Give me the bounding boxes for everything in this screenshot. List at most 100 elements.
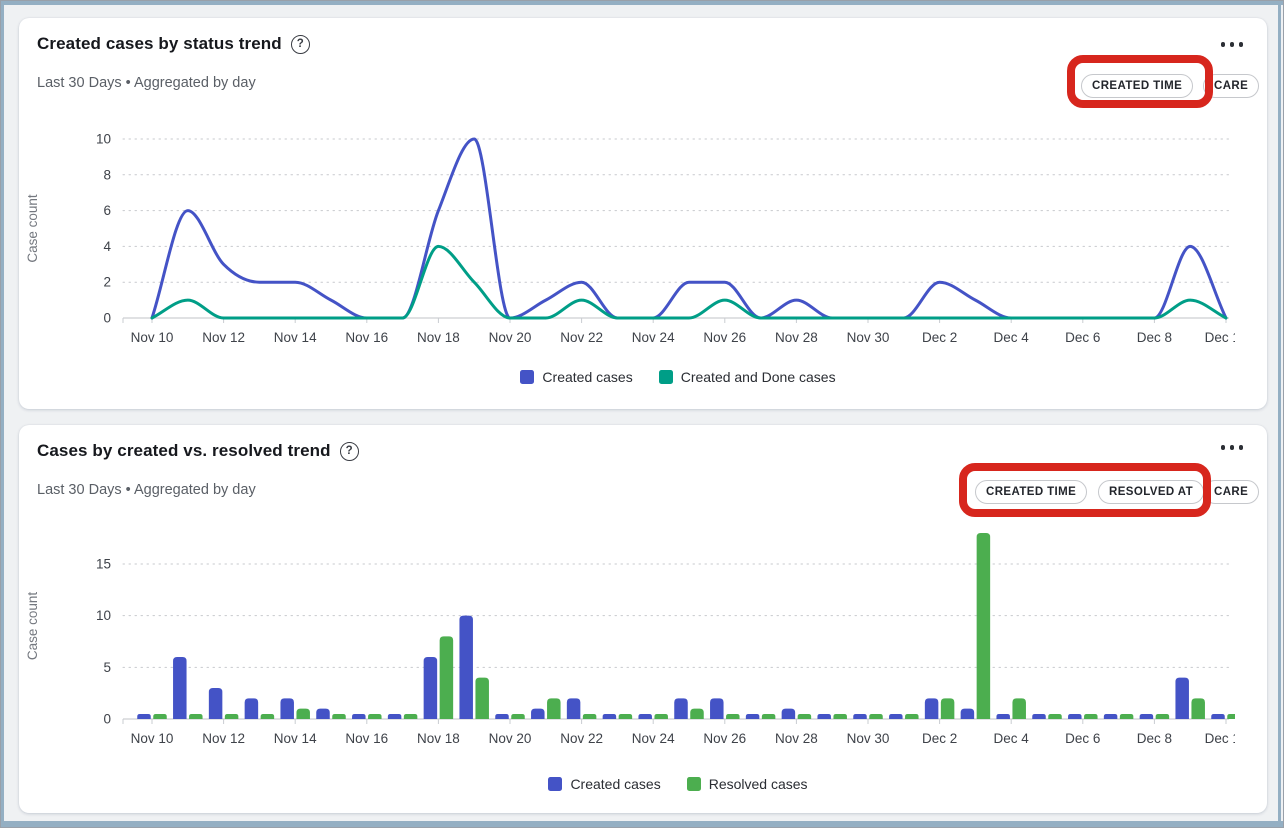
chart-legend: Created cases Created and Done cases [54, 369, 1284, 385]
bar[interactable] [817, 714, 831, 719]
y-tick-label: 15 [96, 557, 111, 572]
bar[interactable] [674, 698, 688, 719]
bar[interactable] [1227, 714, 1235, 719]
bar[interactable] [173, 657, 187, 719]
bar[interactable] [368, 714, 382, 719]
legend-label: Created cases [570, 776, 660, 792]
legend-item[interactable]: Created cases [520, 369, 632, 385]
legend-label: Resolved cases [709, 776, 808, 792]
field-tag-created-time[interactable]: CREATED TIME [975, 480, 1087, 504]
bar[interactable] [225, 714, 239, 719]
bar[interactable] [638, 714, 652, 719]
bar[interactable] [1175, 678, 1189, 719]
dashboard-screen: { "page": {"background": "#eff1f3", "fra… [0, 0, 1284, 828]
bar[interactable] [1140, 714, 1154, 719]
legend-item[interactable]: Created cases [548, 776, 660, 792]
x-tick-label: Dec 10 [1205, 330, 1235, 345]
bar[interactable] [547, 698, 561, 719]
chart-legend: Created cases Resolved cases [54, 776, 1284, 792]
field-tag-care[interactable]: CARE [1203, 480, 1259, 504]
more-options-icon[interactable] [1221, 42, 1244, 47]
bar[interactable] [1012, 698, 1025, 719]
bar[interactable] [1156, 714, 1170, 719]
x-tick-label: Nov 28 [775, 731, 818, 746]
bar[interactable] [654, 714, 668, 719]
x-tick-label: Nov 20 [489, 330, 532, 345]
bar[interactable] [905, 714, 919, 719]
x-tick-label: Nov 10 [131, 731, 174, 746]
bar[interactable] [388, 714, 402, 719]
bar[interactable] [137, 714, 151, 719]
bar[interactable] [245, 698, 259, 719]
bar-chart-container: 051015Nov 10Nov 12Nov 14Nov 16Nov 18Nov … [21, 529, 1235, 761]
bar[interactable] [925, 698, 939, 719]
bar[interactable] [833, 714, 847, 719]
bar[interactable] [746, 714, 760, 719]
bar[interactable] [567, 698, 581, 719]
x-tick-label: Nov 10 [131, 330, 174, 345]
x-tick-label: Nov 30 [847, 731, 890, 746]
bar[interactable] [726, 714, 740, 719]
legend-item[interactable]: Resolved cases [687, 776, 808, 792]
field-tag-resolved-at[interactable]: RESOLVED AT [1098, 480, 1204, 504]
bar[interactable] [782, 709, 796, 719]
bar[interactable] [316, 709, 330, 719]
bar[interactable] [1191, 698, 1205, 719]
field-tag-care[interactable]: CARE [1203, 74, 1259, 98]
help-icon[interactable]: ? [291, 35, 310, 54]
bar[interactable] [495, 714, 509, 719]
bar[interactable] [996, 714, 1010, 719]
bar[interactable] [853, 714, 867, 719]
y-tick-label: 10 [96, 132, 111, 147]
bar[interactable] [1048, 714, 1062, 719]
y-tick-label: 10 [96, 608, 111, 623]
x-tick-label: Dec 10 [1205, 731, 1235, 746]
bar[interactable] [977, 533, 991, 719]
bar[interactable] [869, 714, 883, 719]
bar[interactable] [352, 714, 366, 719]
bar[interactable] [1211, 714, 1225, 719]
bar[interactable] [1068, 714, 1082, 719]
bar-chart-canvas[interactable]: 051015Nov 10Nov 12Nov 14Nov 16Nov 18Nov … [21, 529, 1235, 761]
bar[interactable] [961, 709, 975, 719]
line-chart-canvas[interactable]: 0246810Nov 10Nov 12Nov 14Nov 16Nov 18Nov… [21, 126, 1235, 358]
legend-item[interactable]: Created and Done cases [659, 369, 836, 385]
bar[interactable] [603, 714, 617, 719]
bar[interactable] [619, 714, 633, 719]
bar[interactable] [261, 714, 275, 719]
bar[interactable] [475, 678, 489, 719]
x-tick-label: Dec 6 [1065, 731, 1100, 746]
bar[interactable] [424, 657, 438, 719]
y-axis-title: Case count [25, 592, 40, 661]
help-icon[interactable]: ? [340, 442, 359, 461]
bar[interactable] [1084, 714, 1098, 719]
bar[interactable] [153, 714, 167, 719]
field-tag-created-time[interactable]: CREATED TIME [1081, 74, 1193, 98]
bar[interactable] [690, 709, 704, 719]
bar[interactable] [404, 714, 418, 719]
line-series[interactable] [152, 139, 1226, 318]
legend-swatch-icon [659, 370, 673, 384]
bar[interactable] [189, 714, 203, 719]
bar[interactable] [1032, 714, 1046, 719]
bar[interactable] [710, 698, 724, 719]
bar[interactable] [440, 636, 454, 719]
window-frame-left [1, 1, 4, 827]
bar[interactable] [1120, 714, 1134, 719]
bar[interactable] [762, 714, 776, 719]
y-tick-label: 4 [103, 239, 111, 254]
bar[interactable] [941, 698, 955, 719]
bar[interactable] [531, 709, 545, 719]
bar[interactable] [209, 688, 223, 719]
bar[interactable] [459, 616, 473, 719]
more-options-icon[interactable] [1221, 445, 1244, 450]
bar[interactable] [798, 714, 812, 719]
bar[interactable] [280, 698, 294, 719]
x-tick-label: Nov 16 [345, 731, 388, 746]
bar[interactable] [511, 714, 525, 719]
bar[interactable] [583, 714, 597, 719]
bar[interactable] [296, 709, 310, 719]
bar[interactable] [1104, 714, 1118, 719]
bar[interactable] [332, 714, 346, 719]
bar[interactable] [889, 714, 903, 719]
